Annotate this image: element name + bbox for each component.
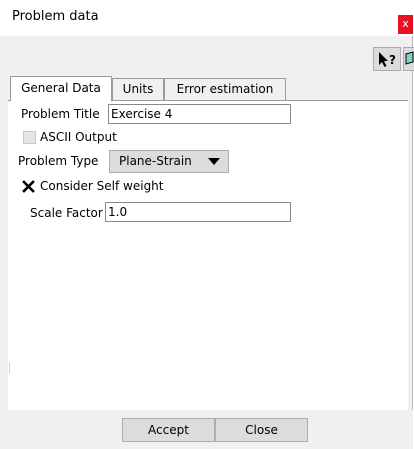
problem-type-label: Problem Type	[18, 154, 99, 168]
ascii-output-checkbox[interactable]	[23, 131, 36, 144]
problem-data-dialog: Problem data x ? General Data Units Erro…	[0, 0, 414, 449]
close-button-label: Close	[245, 423, 278, 437]
title-bar: Problem data x	[0, 0, 413, 36]
ascii-output-label: ASCII Output	[40, 130, 117, 144]
book-dropdown-button[interactable]	[403, 47, 414, 71]
problem-type-select[interactable]: Plane-Strain	[109, 150, 229, 173]
close-window-button[interactable]: x	[398, 15, 413, 34]
tab-error-estimation-label: Error estimation	[176, 82, 274, 96]
accept-button[interactable]: Accept	[122, 418, 215, 442]
whats-this-help-icon: ?	[379, 52, 396, 67]
problem-title-label: Problem Title	[21, 107, 100, 121]
chevron-down-icon	[208, 158, 220, 165]
book-dropdown-icon	[405, 51, 414, 65]
general-data-panel	[8, 100, 408, 411]
tab-units[interactable]: Units	[112, 78, 164, 101]
scale-factor-input[interactable]: 1.0	[105, 202, 291, 222]
problem-title-input[interactable]: Exercise 4	[108, 104, 291, 124]
consider-self-weight-label: Consider Self weight	[40, 179, 164, 193]
resize-grip	[9, 362, 10, 374]
whats-this-help-button[interactable]: ?	[373, 47, 401, 71]
problem-type-value: Plane-Strain	[119, 154, 192, 168]
tab-units-label: Units	[122, 82, 154, 96]
tab-general-data[interactable]: General Data	[10, 76, 112, 101]
scale-factor-label: Scale Factor	[30, 206, 103, 220]
toolbar	[0, 36, 413, 76]
close-button[interactable]: Close	[215, 418, 308, 442]
dialog-title: Problem data	[12, 9, 99, 24]
accept-button-label: Accept	[148, 423, 189, 437]
consider-self-weight-checkbox[interactable]	[22, 180, 35, 193]
checkmark-x-icon	[22, 180, 35, 193]
svg-text:?: ?	[389, 53, 396, 67]
tab-error-estimation[interactable]: Error estimation	[164, 78, 286, 101]
tab-general-data-label: General Data	[21, 81, 101, 95]
